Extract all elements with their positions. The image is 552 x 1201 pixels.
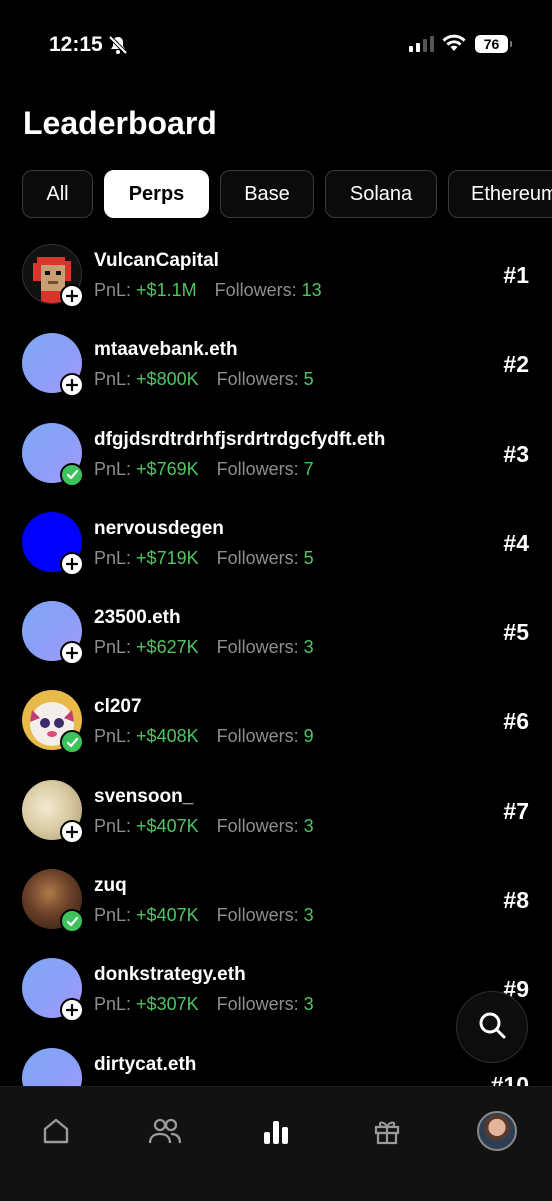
- trader-stats: PnL: +$1.1M Followers: 13: [94, 280, 322, 300]
- follow-button[interactable]: [60, 641, 84, 666]
- followers-value: 3: [303, 637, 314, 658]
- leaderboard-row[interactable]: 23500.eth PnL: +$627K Followers: 3 #5: [0, 593, 552, 682]
- people-icon[interactable]: [145, 1111, 185, 1151]
- pnl-value: +$307K: [136, 994, 199, 1015]
- trader-stats: PnL: +$408K Followers: 9: [94, 726, 314, 747]
- trader-name: zuq: [94, 875, 127, 897]
- followers-value: 3: [303, 815, 314, 836]
- trader-name: cl207: [94, 696, 142, 718]
- follow-button[interactable]: [60, 373, 84, 398]
- followers-value: 5: [303, 547, 314, 568]
- gift-icon[interactable]: [367, 1111, 407, 1151]
- pnl-value: +$627K: [136, 637, 199, 658]
- rank-label: #10: [490, 1071, 529, 1086]
- pnl-value: +$769K: [136, 458, 199, 479]
- trader-name: VulcanCapital: [94, 250, 219, 271]
- follow-button[interactable]: [60, 998, 84, 1023]
- followers-value: 9: [303, 726, 314, 747]
- bottom-nav: [0, 1086, 552, 1201]
- following-check-icon[interactable]: [60, 909, 84, 934]
- tab-perps[interactable]: Perps: [104, 170, 209, 218]
- rank-label: #7: [503, 797, 529, 824]
- following-check-icon[interactable]: [60, 462, 84, 487]
- trader-stats: PnL: +$719K Followers: 5: [94, 547, 314, 568]
- rank-label: #5: [503, 619, 529, 646]
- home-icon[interactable]: [36, 1111, 76, 1151]
- trader-stats: PnL: +$800K Followers: 5: [94, 369, 314, 390]
- user-avatar: [477, 1111, 517, 1151]
- follow-button[interactable]: [60, 551, 84, 576]
- leaderboard-list: VulcanCapital PnL: +$1.1M Followers: 13 #…: [0, 236, 552, 1086]
- trader-name: dfgjdsrdtrdrhfjsrdrtrdgcfydft.eth: [94, 428, 386, 450]
- trader-name: dirtycat.eth: [94, 1053, 197, 1075]
- cellular-signal-icon: [409, 36, 435, 57]
- tab-base[interactable]: Base: [220, 170, 314, 218]
- battery-indicator: 76: [475, 35, 512, 53]
- pnl-value: +$407K: [136, 815, 199, 836]
- trader-stats: PnL: +$307K Followers: 3: [94, 994, 314, 1015]
- followers-value: 13: [301, 280, 322, 300]
- rank-label: #2: [503, 351, 529, 378]
- leaderboard-row[interactable]: dfgjdsrdtrdrhfjsrdrtrdgcfydft.eth PnL: +…: [0, 415, 552, 504]
- gradient-avatar: [22, 1047, 82, 1086]
- rank-label: #6: [503, 708, 529, 735]
- filter-tabs: All Perps Base Solana Ethereum: [22, 170, 552, 218]
- pnl-value: +$408K: [136, 726, 199, 747]
- search-button[interactable]: [456, 991, 528, 1063]
- search-icon: [476, 1009, 508, 1046]
- follow-button[interactable]: [60, 284, 84, 308]
- rank-label: #3: [503, 440, 529, 467]
- follow-button[interactable]: [60, 819, 84, 844]
- leaderboard-row[interactable]: VulcanCapital PnL: +$1.1M Followers: 13 #…: [0, 236, 552, 325]
- pnl-value: +$800K: [136, 369, 199, 390]
- trader-name: 23500.eth: [94, 607, 181, 629]
- followers-value: 5: [303, 369, 314, 390]
- trader-name: nervousdegen: [94, 517, 224, 539]
- pnl-value: +$407K: [136, 905, 199, 926]
- wifi-icon: [442, 34, 466, 57]
- followers-value: 3: [303, 994, 314, 1015]
- leaderboard-row[interactable]: nervousdegen PnL: +$719K Followers: 5 #4: [0, 504, 552, 593]
- pnl-value: +$1.1M: [136, 280, 197, 300]
- leaderboard-row[interactable]: cl207 PnL: +$408K Followers: 9 #6: [0, 682, 552, 771]
- trader-stats: PnL: +$627K Followers: 3: [94, 637, 314, 658]
- trader-name: donkstrategy.eth: [94, 964, 246, 986]
- followers-value: 7: [303, 458, 314, 479]
- trader-stats: PnL: +$769K Followers: 7: [94, 458, 314, 479]
- tab-solana[interactable]: Solana: [325, 170, 437, 218]
- following-check-icon[interactable]: [60, 730, 84, 755]
- trader-name: mtaavebank.eth: [94, 339, 238, 361]
- rank-label: #1: [503, 262, 529, 288]
- leaderboard-row[interactable]: zuq PnL: +$407K Followers: 3 #8: [0, 861, 552, 950]
- pnl-value: +$719K: [136, 547, 199, 568]
- status-time: 12:15: [49, 33, 103, 56]
- tab-ethereum[interactable]: Ethereum: [448, 170, 552, 218]
- page-title: Leaderboard: [23, 105, 217, 141]
- tab-all[interactable]: All: [22, 170, 93, 218]
- rank-label: #8: [503, 887, 529, 914]
- trader-stats: PnL: +$407K Followers: 3: [94, 905, 314, 926]
- trader-name: svensoon_: [94, 785, 194, 807]
- bell-muted-icon: [108, 35, 128, 60]
- leaderboard-icon[interactable]: [256, 1111, 296, 1151]
- profile-avatar[interactable]: [477, 1111, 517, 1151]
- leaderboard-row[interactable]: mtaavebank.eth PnL: +$800K Followers: 5 #…: [0, 325, 552, 414]
- rank-label: #4: [503, 529, 529, 556]
- trader-stats: PnL: +$407K Followers: 3: [94, 815, 314, 836]
- status-bar: 12:15 76: [0, 0, 552, 90]
- leaderboard-row[interactable]: svensoon_ PnL: +$407K Followers: 3 #7: [0, 772, 552, 861]
- followers-value: 3: [303, 905, 314, 926]
